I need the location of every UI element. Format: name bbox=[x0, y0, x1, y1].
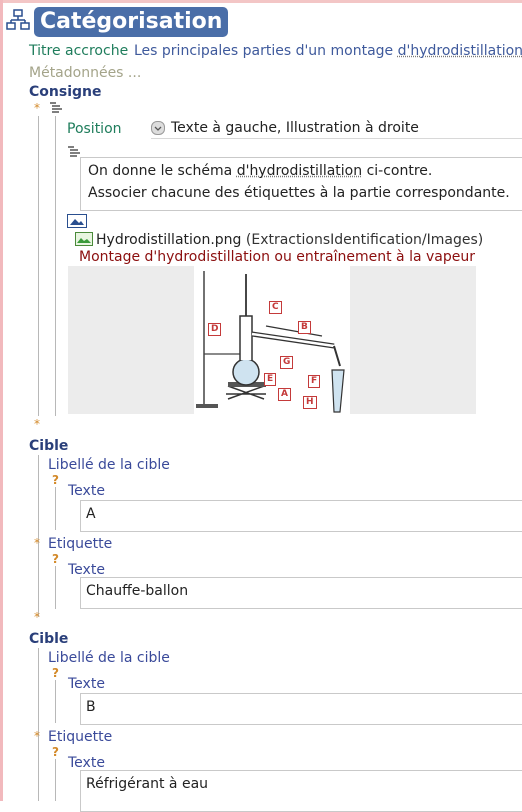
texte-label-2: Texte bbox=[68, 676, 105, 692]
paragraph-icon[interactable] bbox=[48, 100, 64, 118]
position-underline bbox=[151, 138, 522, 139]
optional-marker-4: ? bbox=[52, 745, 59, 759]
etiquette-label-1: Etiquette bbox=[48, 536, 113, 552]
consigne-text-part-2: ci-contre. bbox=[362, 163, 433, 179]
diagram-label-h: H bbox=[303, 396, 317, 409]
titre-accroche-value[interactable]: Les principales parties d'un montage d'h… bbox=[134, 43, 522, 59]
required-marker-5: * bbox=[34, 729, 40, 743]
diagram-label-e: E bbox=[264, 373, 277, 386]
tree-line-inner bbox=[55, 116, 56, 416]
cible-heading-1: Cible bbox=[29, 438, 69, 454]
libelle-field-2[interactable]: B bbox=[80, 693, 522, 725]
texte-label-1: Texte bbox=[68, 483, 105, 499]
image-icon[interactable] bbox=[67, 214, 87, 232]
libelle-value-2: B bbox=[86, 699, 96, 715]
required-marker: * bbox=[34, 101, 40, 115]
image-caption: Montage d'hydrodistillation ou entraînem… bbox=[79, 249, 475, 265]
titre-accroche-label: Titre accroche bbox=[29, 43, 129, 59]
libelle-tree-line-1 bbox=[55, 487, 56, 530]
diagram-label-g: G bbox=[280, 356, 294, 369]
etiquette-field-2[interactable]: Réfrigérant à eau bbox=[80, 770, 522, 812]
etiquette-texte-label-1: Texte bbox=[68, 562, 105, 578]
consigne-text-link[interactable]: d'hydrodistillation bbox=[237, 163, 362, 179]
required-marker-4: * bbox=[34, 610, 40, 624]
position-value: Texte à gauche, Illustration à droite bbox=[171, 120, 419, 136]
diagram-svg bbox=[196, 271, 345, 413]
etiquette-tree-line-2 bbox=[55, 759, 56, 801]
etiquette-tree-line-1 bbox=[55, 566, 56, 609]
diagram-label-c: C bbox=[269, 301, 282, 314]
diagram-label-f: F bbox=[308, 375, 321, 388]
etiquette-field-1[interactable]: Chauffe-ballon bbox=[80, 577, 522, 609]
consigne-text-line2: Associer chacune des étiquettes à la par… bbox=[88, 185, 510, 201]
libelle-value-1: A bbox=[86, 506, 96, 522]
etiquette-value-1: Chauffe-ballon bbox=[86, 583, 189, 599]
page-header: Catégorisation bbox=[6, 7, 229, 37]
libelle-label-2: Libellé de la cible bbox=[48, 650, 170, 666]
position-select[interactable]: Texte à gauche, Illustration à droite bbox=[151, 120, 419, 136]
tree-line bbox=[38, 116, 39, 416]
image-file-info: Hydrodistillation.png (ExtractionsIdenti… bbox=[96, 232, 483, 248]
diagram-label-d: D bbox=[208, 323, 222, 336]
libelle-tree-line-2 bbox=[55, 680, 56, 723]
cible-tree-line-2 bbox=[38, 648, 39, 801]
consigne-text-line1: On donne le schéma d'hydrodistillation c… bbox=[88, 163, 432, 179]
position-label: Position bbox=[67, 121, 122, 137]
image-path: (ExtractionsIdentification/Images) bbox=[245, 232, 484, 248]
required-marker-3: * bbox=[34, 536, 40, 550]
hierarchy-icon bbox=[6, 8, 30, 36]
image-filename[interactable]: Hydrodistillation.png bbox=[96, 232, 241, 248]
metadonnees-link[interactable]: Métadonnées ... bbox=[29, 65, 141, 81]
libelle-label-1: Libellé de la cible bbox=[48, 457, 170, 473]
top-border bbox=[0, 0, 522, 3]
hydrodistillation-diagram: C D B G E F A H bbox=[194, 266, 350, 414]
optional-marker-2: ? bbox=[52, 552, 59, 566]
consigne-text-part: On donne le schéma bbox=[88, 163, 237, 179]
diagram-label-b: B bbox=[298, 321, 311, 334]
page-title: Catégorisation bbox=[34, 7, 229, 37]
titre-accroche-text: Les principales parties d'un montage bbox=[134, 43, 398, 59]
left-border bbox=[0, 0, 3, 801]
required-marker-2: * bbox=[34, 417, 40, 431]
etiquette-texte-label-2: Texte bbox=[68, 755, 105, 771]
optional-marker-1: ? bbox=[52, 473, 59, 487]
etiquette-value-2: Réfrigérant à eau bbox=[86, 776, 209, 792]
diagram-label-a: A bbox=[278, 388, 291, 401]
cible-heading-2: Cible bbox=[29, 631, 69, 647]
etiquette-label-2: Etiquette bbox=[48, 729, 113, 745]
png-file-icon bbox=[75, 232, 93, 250]
optional-marker-3: ? bbox=[52, 666, 59, 680]
libelle-field-1[interactable]: A bbox=[80, 500, 522, 532]
dropdown-icon[interactable] bbox=[151, 121, 165, 135]
consigne-text-field[interactable]: On donne le schéma d'hydrodistillation c… bbox=[80, 157, 522, 211]
titre-accroche-link[interactable]: d'hydrodistillation bbox=[398, 43, 522, 59]
consigne-heading: Consigne bbox=[29, 84, 102, 100]
